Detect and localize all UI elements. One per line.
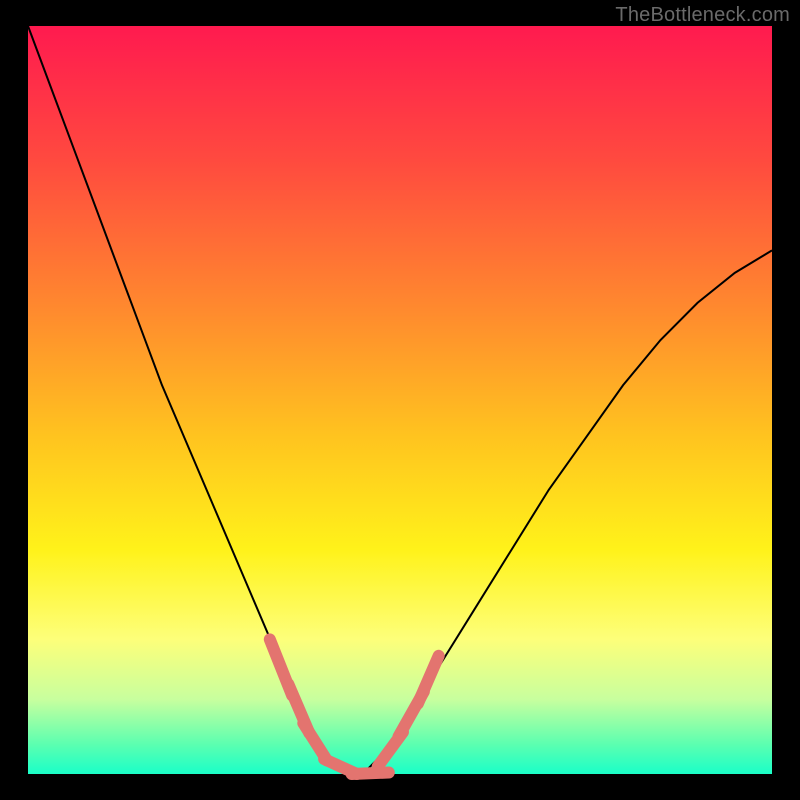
bottleneck-chart xyxy=(0,0,800,800)
plot-background xyxy=(28,26,772,774)
valley-highlight-segment xyxy=(352,773,389,774)
chart-frame: TheBottleneck.com xyxy=(0,0,800,800)
watermark-text: TheBottleneck.com xyxy=(615,4,790,27)
